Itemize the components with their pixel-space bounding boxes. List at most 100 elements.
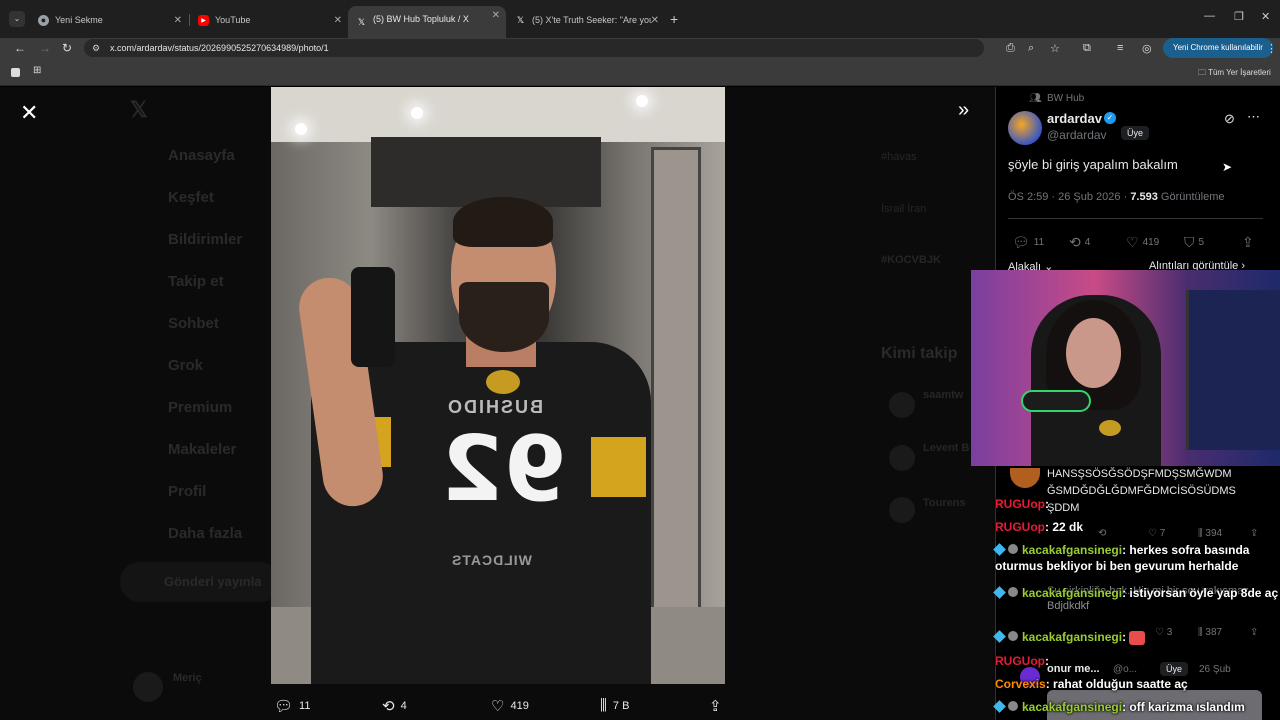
reply-button[interactable]: 💬︎ 11 (1012, 234, 1044, 251)
close-tab-icon[interactable]: ✕ (651, 15, 659, 26)
repost-count: 4 (400, 700, 407, 712)
chat-user: Corvexis (995, 677, 1046, 691)
repost-icon: ⟲ (382, 698, 395, 715)
chat-line: kacakafgansinegi: (993, 629, 1146, 645)
tweet-meta: ÖS 2:59 · 26 Şub 2026 · 7.593 Görüntülem… (1008, 191, 1225, 203)
nav-more: Daha fazla (168, 525, 243, 542)
repost-button[interactable]: ⟲ 4 (1069, 234, 1090, 251)
photo-jersey-bottom: WILDCATS (451, 552, 532, 568)
back-icon[interactable]: ← (14, 41, 26, 55)
reply-repost-icon[interactable]: ⟲ (1098, 528, 1106, 539)
collapse-panel-icon[interactable]: » (958, 99, 969, 122)
extensions-icon[interactable]: ⧉ (1083, 42, 1091, 55)
nav-follow: Takip et (168, 273, 224, 290)
badge-icon (1008, 587, 1018, 597)
nav-articles: Makaleler (168, 441, 237, 458)
folder-icon: 🗀 (1198, 68, 1206, 77)
like-count: 419 (1142, 237, 1160, 248)
address-bar[interactable]: ⚙ x.com/ardardav/status/2026990525270634… (84, 39, 984, 57)
tab-bw-hub[interactable]: 𝕏 (5) BW Hub Topluluk / X ✕ (348, 6, 506, 38)
community-label[interactable]: 👥︎ BW Hub (1029, 93, 1084, 104)
tweet-photo[interactable]: BUSHIDO 92 WILDCATS (271, 87, 725, 684)
display-name[interactable]: ardardav (1047, 111, 1102, 126)
photo-lamp (295, 123, 307, 135)
webcam-microphone (1021, 390, 1091, 412)
tweet-text: şöyle bi giriş yapalım bakalım (1008, 157, 1178, 172)
tab-title: Yeni Sekme (55, 15, 103, 25)
avatar[interactable] (1008, 111, 1042, 145)
reply-like-stat[interactable]: ♡ 7 (1148, 528, 1165, 539)
close-tab-icon[interactable]: ✕ (174, 15, 182, 26)
tab-search-button[interactable]: ⌄ (9, 11, 25, 27)
badge-icon (1008, 544, 1018, 554)
restore-icon[interactable]: ❐ (1234, 10, 1244, 23)
x-icon: 𝕏 (516, 14, 525, 25)
tab-bar: ⌄ ● Yeni Sekme ✕ ▶ YouTube ✕ 𝕏 (5) BW Hu… (0, 0, 1280, 38)
reply-like-count: 7 (1159, 528, 1166, 539)
reply-text: HANSŞSÖSĞSÖDŞFMDŞSMĞWDM ĞSMDĞDĞLĞDMFĞDMC… (1047, 468, 1236, 514)
chat-line: kacakafgansinegi: istiyorsan öyle yap 8d… (993, 585, 1280, 601)
nav-notifications: Bildirimler (168, 231, 243, 248)
photo-like-button[interactable]: ♡ 419 (491, 697, 529, 715)
close-media-icon[interactable]: ✕ (20, 100, 38, 126)
like-count: 419 (510, 700, 529, 712)
post-button-label: Gönderi yayınla (164, 574, 262, 589)
who-to-follow-title: Kimi takip (881, 345, 958, 362)
chat-user: RUGUop (995, 654, 1045, 668)
photo-share-button[interactable]: ⇪ (709, 697, 722, 715)
menu-icon[interactable]: ⋮ (1266, 42, 1277, 55)
like-button[interactable]: ♡ 419 (1126, 234, 1159, 251)
bookmark-star-icon[interactable]: ☆ (1050, 42, 1060, 55)
photo-jersey-brand: BUSHIDO (446, 397, 544, 417)
chat-text: : istiyorsan öyle yap 8de aç (1122, 586, 1279, 600)
apps-icon[interactable]: ⊞ (33, 65, 41, 76)
nav-premium: Premium (168, 399, 233, 416)
tab-youtube[interactable]: ▶ YouTube ✕ (190, 9, 348, 31)
reply2-name[interactable]: onur me... (1047, 663, 1100, 675)
reload-icon[interactable]: ↻ (62, 41, 72, 55)
minimize-icon[interactable]: — (1204, 10, 1215, 22)
chrome-update-button[interactable]: Yeni Chrome kullanılabilir (1163, 38, 1273, 58)
window-close-icon[interactable]: ✕ (1261, 10, 1270, 23)
reply2-share-icon[interactable]: ⇪ (1250, 627, 1258, 638)
new-tab-button[interactable]: + (670, 11, 678, 27)
repost-icon: ⟲ (1069, 234, 1081, 250)
reply2-like-stat[interactable]: ♡ 3 (1155, 627, 1172, 638)
bookmark-button[interactable]: ⛉ 5 (1184, 234, 1204, 251)
photo-reply-button[interactable]: 💬︎ 11 (274, 697, 310, 715)
close-tab-icon[interactable]: ✕ (492, 10, 500, 21)
badge-icon (993, 543, 1006, 556)
install-app-icon[interactable]: ⎙ (1006, 42, 1015, 55)
tab-groups-icon[interactable] (11, 68, 20, 77)
share-button[interactable]: ⇪ (1242, 234, 1254, 251)
reply-views-stat[interactable]: ⫼ 394 (1198, 528, 1222, 539)
handle[interactable]: @ardardav (1047, 128, 1107, 142)
webcam-overlay (971, 270, 1280, 466)
url-text: x.com/ardardav/status/202699052527063498… (110, 43, 329, 53)
profile-icon[interactable]: ◎ (1142, 42, 1152, 55)
zoom-icon[interactable]: ⌕ (1028, 42, 1034, 55)
photo-views-button[interactable]: ⫼ 7 B (600, 697, 629, 714)
photo-repost-button[interactable]: ⟲ 4 (382, 697, 407, 715)
nav-grok: Grok (168, 357, 204, 374)
reply-share-icon[interactable]: ⇪ (1250, 528, 1258, 539)
chat-text: : rahat olduğun saatte aç (1045, 677, 1188, 691)
all-bookmarks-label: Tüm Yer İşaretleri (1208, 68, 1271, 77)
grok-icon[interactable]: ⊘ (1224, 111, 1235, 127)
reply2-handle: @o... (1113, 664, 1138, 675)
close-tab-icon[interactable]: ✕ (334, 15, 342, 26)
more-options-icon[interactable]: ⋯ (1247, 109, 1260, 125)
photo-phone (351, 267, 395, 367)
media-icon[interactable]: ≡ (1117, 42, 1123, 54)
forward-icon[interactable]: → (39, 41, 51, 55)
all-bookmarks[interactable]: 🗀 Tüm Yer İşaretleri (1198, 67, 1271, 81)
tab-new-tab[interactable]: ● Yeni Sekme ✕ (30, 9, 188, 31)
reply2-views-stat[interactable]: ⫼ 387 (1198, 627, 1222, 638)
tweet-time[interactable]: ÖS 2:59 · 26 Şub 2026 · (1008, 191, 1130, 203)
reply-icon: 💬︎ (1012, 234, 1030, 250)
site-info-icon[interactable]: ⚙ (92, 39, 100, 57)
chat-line: RUGUop: (995, 653, 1049, 669)
follow-name-1: saamtw (923, 389, 964, 401)
reply-count: 11 (299, 700, 311, 712)
tab-truth-seeker[interactable]: 𝕏 (5) X'te Truth Seeker: "Are you ✕ (507, 9, 665, 31)
